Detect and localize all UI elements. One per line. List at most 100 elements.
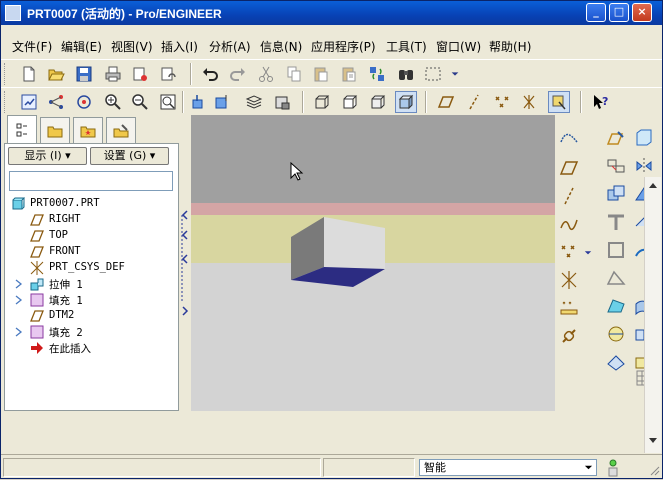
menu-tools[interactable]: 工具(T) [386, 38, 427, 55]
select-box-icon[interactable] [422, 63, 444, 85]
right-toolbar-scrollbar[interactable] [644, 177, 661, 453]
expand-arrow-icon[interactable] [15, 293, 23, 307]
datum-point-tool-icon[interactable] [558, 241, 580, 263]
menu-help[interactable]: 帮助(H) [489, 38, 531, 55]
menu-info[interactable]: 信息(N) [260, 38, 302, 55]
menu-window[interactable]: 窗口(W) [436, 38, 481, 55]
panel-splitter[interactable] [180, 115, 190, 411]
select-dropdown-chevron-icon[interactable] [449, 63, 461, 85]
saved-views-icon[interactable] [212, 91, 234, 113]
tab-connections[interactable] [106, 117, 136, 143]
tab-folder-browser[interactable] [40, 117, 70, 143]
maximize-button[interactable]: □ [609, 3, 629, 22]
copy-icon[interactable] [283, 63, 305, 85]
merge-tool-icon[interactable] [605, 183, 627, 205]
minimize-button[interactable]: _ [586, 3, 606, 22]
datum-axes-icon[interactable] [45, 91, 67, 113]
menu-insert[interactable]: 插入(I) [161, 38, 198, 55]
feature-toolbar-right [555, 115, 657, 455]
datum-point-dropdown-icon[interactable] [583, 241, 593, 263]
selection-filter-select[interactable]: 智能 [419, 459, 597, 476]
menu-edit[interactable]: 编辑(E) [61, 38, 102, 55]
window-title: PRT0007 (活动的) - Pro/ENGINEER [27, 7, 222, 21]
undo-icon[interactable] [199, 63, 221, 85]
cut-icon[interactable] [255, 63, 277, 85]
expand-arrow-icon[interactable] [15, 325, 23, 339]
save-icon[interactable] [73, 63, 95, 85]
menu-view[interactable]: 视图(V) [111, 38, 153, 55]
menu-applications[interactable]: 应用程序(P) [311, 38, 376, 55]
datum-points-toggle-icon[interactable] [491, 91, 513, 113]
reorient-icon[interactable] [187, 91, 209, 113]
datum-curve-tool-icon[interactable] [558, 213, 580, 235]
regenerate-icon[interactable] [366, 63, 388, 85]
wireframe-icon[interactable] [311, 91, 333, 113]
resize-grip-icon[interactable] [646, 462, 660, 476]
open-folder-icon[interactable] [45, 63, 67, 85]
paste-icon[interactable] [310, 63, 332, 85]
refit-icon[interactable] [157, 91, 179, 113]
tree-item[interactable]: TOP [5, 228, 175, 244]
fill-icon [30, 325, 44, 339]
zoom-in-icon[interactable] [102, 91, 124, 113]
print-icon[interactable] [102, 63, 124, 85]
paste-special-icon[interactable] [338, 63, 360, 85]
tree-item-insert-here[interactable]: 在此插入 [5, 340, 175, 356]
blend-tool-icon[interactable] [605, 351, 627, 373]
graphics-window[interactable] [191, 115, 555, 411]
datum-axes-toggle-icon[interactable] [463, 91, 485, 113]
tree-item[interactable]: 填充 1 [5, 292, 175, 308]
email-icon[interactable] [129, 63, 151, 85]
no-hidden-icon[interactable] [367, 91, 389, 113]
annotation-toggle-icon[interactable] [548, 91, 570, 113]
csys-toggle-icon[interactable] [518, 91, 540, 113]
expand-arrow-icon[interactable] [15, 277, 23, 291]
round-tool-icon[interactable] [605, 211, 627, 233]
menu-analysis[interactable]: 分析(A) [209, 38, 251, 55]
hidden-line-icon[interactable] [339, 91, 361, 113]
scroll-up-arrow-icon[interactable] [645, 177, 662, 194]
show-dropdown[interactable]: 显示 (I) ▾ [8, 147, 87, 165]
redo-icon[interactable] [227, 63, 249, 85]
analysis-feature-icon[interactable] [558, 297, 580, 319]
menu-file[interactable]: 文件(F) [12, 38, 52, 55]
edit-definition-icon[interactable] [633, 127, 655, 149]
settings-dropdown[interactable]: 设置 (G) ▾ [90, 147, 169, 165]
close-button[interactable]: × [632, 3, 652, 22]
scroll-down-arrow-icon[interactable] [645, 432, 662, 449]
context-help-icon[interactable]: ? [589, 91, 611, 113]
tree-item[interactable]: PRT_CSYS_DEF [5, 260, 175, 276]
tree-item[interactable]: DTM2 [5, 308, 175, 324]
tree-item[interactable]: 填充 2 [5, 324, 175, 340]
variable-section-sweep-icon[interactable] [605, 323, 627, 345]
new-file-icon[interactable] [18, 63, 40, 85]
datum-axis-tool-icon[interactable] [558, 185, 580, 207]
tree-filter-input[interactable] [9, 171, 173, 191]
tab-favorites[interactable] [73, 117, 103, 143]
tree-item[interactable]: RIGHT [5, 212, 175, 228]
zoom-out-icon[interactable] [129, 91, 151, 113]
layers-icon[interactable] [243, 91, 265, 113]
csys-tool-icon[interactable] [558, 269, 580, 291]
spin-center-icon[interactable] [73, 91, 95, 113]
find-binoculars-icon[interactable] [395, 63, 417, 85]
chain-link-icon[interactable] [558, 325, 580, 347]
menu-bar: 文件(F) 编辑(E) 视图(V) 插入(I) 分析(A) 信息(N) 应用程序… [1, 25, 662, 59]
sketched-datum-curve-icon[interactable] [558, 127, 580, 149]
offset-tool-icon[interactable] [605, 239, 627, 261]
tree-item[interactable]: FRONT [5, 244, 175, 260]
view-manager-icon[interactable] [271, 91, 293, 113]
tree-item[interactable]: 拉伸 1 [5, 276, 175, 292]
datum-plane-tool-icon[interactable] [558, 157, 580, 179]
sketch-tool-icon[interactable] [605, 127, 627, 149]
shading-icon[interactable] [395, 91, 417, 113]
draft-tool-icon[interactable] [605, 267, 627, 289]
pattern-tool-icon[interactable] [605, 155, 627, 177]
email-link-icon[interactable] [157, 63, 179, 85]
mirror-tool-icon[interactable] [633, 155, 655, 177]
datum-planes-toggle-icon[interactable] [435, 91, 457, 113]
boundary-blend-icon[interactable] [605, 295, 627, 317]
sketch-display-icon[interactable] [18, 91, 40, 113]
tab-model-tree[interactable] [7, 115, 37, 144]
tree-root[interactable]: PRT0007.PRT [5, 196, 175, 212]
